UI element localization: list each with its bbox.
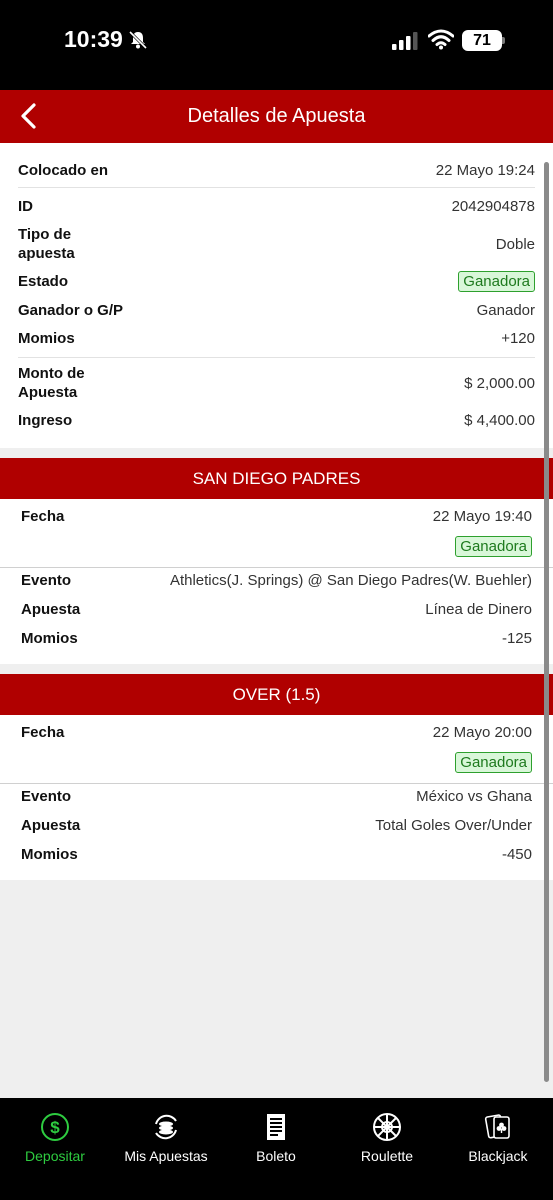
nav-deposit-label: Depositar	[25, 1148, 85, 1164]
leg1-odds-label: Momios	[21, 630, 78, 647]
divider	[0, 567, 553, 568]
page-title: Detalles de Apuesta	[187, 105, 366, 127]
status-bar: 10:39 71	[0, 0, 553, 90]
leg2-row-status: Ganadora	[21, 752, 532, 773]
leg2-row-date: Fecha 22 Mayo 20:00	[21, 723, 532, 742]
leg2-row-bet: Apuesta Total Goles Over/Under	[21, 816, 532, 835]
odds-value: +120	[501, 330, 535, 347]
playing-cards-icon	[484, 1114, 510, 1139]
roulette-wheel-icon	[373, 1113, 401, 1141]
leg2-date-value: 22 Mayo 20:00	[432, 724, 532, 741]
scrollbar[interactable]	[544, 162, 549, 1082]
placed-value: 22 Mayo 19:24	[435, 162, 535, 179]
leg2-bet-label: Apuesta	[21, 817, 81, 834]
leg1-date-value: 22 Mayo 19:40	[432, 508, 532, 525]
leg1-row-bet: Apuesta Línea de Dinero	[21, 600, 532, 619]
bell-muted-icon	[128, 30, 148, 50]
leg1-date-label: Fecha	[21, 508, 65, 525]
row-income: Ingreso $ 4,400.00	[18, 411, 535, 430]
row-id: ID 2042904878	[18, 197, 535, 216]
leg1-event-value: Athletics(J. Springs) @ San Diego Padres…	[169, 572, 532, 589]
bet-type-value: Doble	[495, 235, 535, 253]
leg2-event-value: México vs Ghana	[416, 788, 532, 805]
signal-icon	[392, 32, 418, 50]
placed-label: Colocado en	[18, 162, 109, 179]
status-label: Estado	[18, 273, 69, 290]
leg1-row-event: Evento Athletics(J. Springs) @ San Diego…	[21, 571, 532, 590]
battery-tip	[502, 37, 505, 44]
income-value: $ 4,400.00	[464, 412, 535, 429]
chips-refresh-icon	[155, 1114, 177, 1140]
leg2-odds-value: -450	[501, 846, 532, 863]
bet-summary-card: Colocado en 22 Mayo 19:24 ID 2042904878 …	[0, 143, 553, 448]
winner-value: Ganador	[476, 302, 535, 319]
leg-card-2: Fecha 22 Mayo 20:00 Ganadora Evento Méxi…	[0, 715, 553, 880]
status-time: 10:39	[64, 26, 123, 52]
leg-header-1: SAN DIEGO PADRES	[0, 458, 553, 499]
leg1-row-date: Fecha 22 Mayo 19:40	[21, 507, 532, 526]
leg2-event-label: Evento	[21, 788, 72, 805]
nav-ticket-label: Boleto	[256, 1148, 296, 1164]
stake-value: $ 2,000.00	[464, 374, 535, 392]
leg2-date-label: Fecha	[21, 724, 65, 741]
battery-indicator: 71	[462, 30, 502, 51]
divider	[18, 187, 535, 188]
wifi-icon	[428, 29, 454, 50]
status-badge: Ganadora	[458, 271, 535, 292]
winner-label: Ganador o G/P	[18, 302, 124, 319]
leg1-status-badge: Ganadora	[455, 536, 532, 557]
row-odds: Momios +120	[18, 329, 535, 348]
svg-text:$: $	[50, 1118, 60, 1137]
leg-card-1: Fecha 22 Mayo 19:40 Ganadora Evento Athl…	[0, 499, 553, 664]
leg2-bet-value: Total Goles Over/Under	[375, 817, 532, 834]
row-placed: Colocado en 22 Mayo 19:24	[18, 161, 535, 180]
ticket-document-icon	[267, 1114, 285, 1140]
nav-ticket[interactable]: Boleto	[221, 1112, 331, 1164]
dollar-circle-icon: $	[41, 1113, 69, 1141]
app-header: Detalles de Apuesta	[0, 90, 553, 143]
row-stake: Monto de Apuesta $ 2,000.00	[18, 364, 535, 402]
bet-type-label: Tipo de apuesta	[18, 226, 75, 262]
leg2-odds-label: Momios	[21, 846, 78, 863]
row-bet-type: Tipo de apuesta Doble	[18, 225, 535, 263]
leg2-row-event: Evento México vs Ghana	[21, 787, 532, 806]
nav-my-bets[interactable]: Mis Apuestas	[111, 1112, 221, 1164]
leg1-bet-value: Línea de Dinero	[425, 601, 532, 618]
row-winner: Ganador o G/P Ganador	[18, 301, 535, 320]
nav-deposit[interactable]: $ Depositar	[0, 1112, 110, 1164]
nav-roulette[interactable]: Roulette	[332, 1112, 442, 1164]
leg-header-2: OVER (1.5)	[0, 674, 553, 715]
divider	[18, 357, 535, 358]
bottom-nav: $ Depositar Mis Apuestas Boleto Roulette…	[0, 1098, 553, 1200]
stake-label: Monto de Apuesta	[18, 365, 85, 401]
leg1-odds-value: -125	[501, 630, 532, 647]
nav-blackjack-label: Blackjack	[468, 1148, 528, 1164]
leg2-row-odds: Momios -450	[21, 845, 532, 864]
row-status: Estado Ganadora	[18, 271, 535, 292]
leg1-row-status: Ganadora	[21, 536, 532, 557]
nav-blackjack[interactable]: Blackjack	[443, 1112, 553, 1164]
leg1-bet-label: Apuesta	[21, 601, 81, 618]
nav-roulette-label: Roulette	[360, 1148, 414, 1164]
leg2-status-badge: Ganadora	[455, 752, 532, 773]
nav-my-bets-label: Mis Apuestas	[124, 1148, 208, 1164]
odds-label: Momios	[18, 330, 75, 347]
leg1-event-label: Evento	[21, 572, 72, 589]
divider	[0, 783, 553, 784]
income-label: Ingreso	[18, 412, 73, 429]
id-label: ID	[18, 198, 33, 215]
id-value: 2042904878	[451, 198, 535, 215]
leg1-row-odds: Momios -125	[21, 629, 532, 648]
